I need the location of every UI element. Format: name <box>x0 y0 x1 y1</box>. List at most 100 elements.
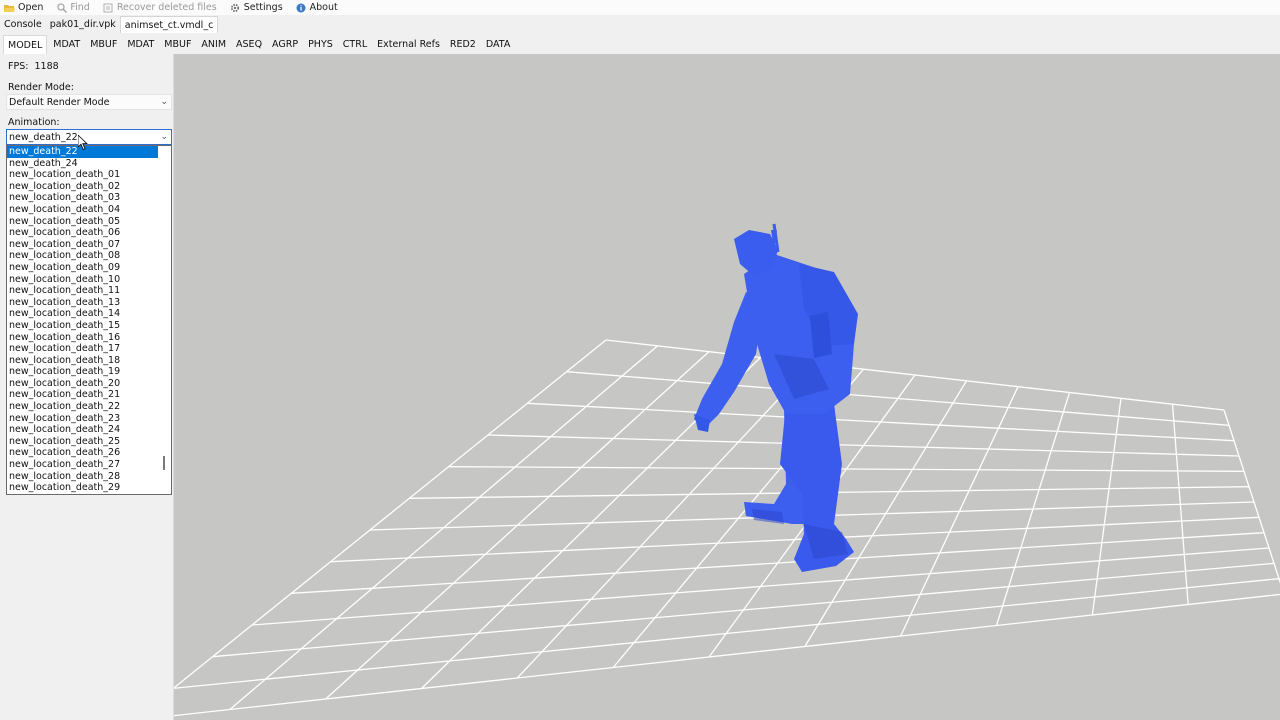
tab-phys[interactable]: PHYS <box>304 35 337 54</box>
tab-label: MBUF <box>90 39 118 50</box>
animation-option[interactable]: new_location_death_14 <box>7 308 171 320</box>
animation-option[interactable]: new_location_death_06 <box>7 227 171 239</box>
menu-about[interactable]: About <box>296 0 338 15</box>
grid-line <box>995 392 1071 626</box>
menu-about-label: About <box>309 2 338 13</box>
tab-pak01-dir-vpk[interactable]: pak01_dir.vpk <box>46 16 120 33</box>
menu-settings[interactable]: Settings <box>230 0 283 15</box>
tab-mbuf-2[interactable]: MBUF <box>160 35 195 54</box>
grid-line <box>212 562 1275 658</box>
tab-anim[interactable]: ANIM <box>197 35 230 54</box>
tab-agrp[interactable]: AGRP <box>268 35 302 54</box>
tab-label: External Refs <box>377 39 440 50</box>
tab-console-label: Console <box>4 19 42 30</box>
tab-label: MBUF <box>164 39 192 50</box>
render-mode-select[interactable]: Default Render Mode ⌄ <box>6 94 172 110</box>
animation-dropdown-list[interactable]: new_death_22 new_death_24 new_location_dea… <box>6 145 172 495</box>
tab-label: AGRP <box>272 39 299 50</box>
tab-data[interactable]: DATA <box>482 35 514 54</box>
animation-select[interactable]: new_death_22 ⌄ <box>6 129 172 145</box>
character-model <box>694 223 858 572</box>
dropdown-scrollbar-thumb[interactable] <box>163 456 165 470</box>
animation-option[interactable]: new_location_death_19 <box>7 366 171 378</box>
tab-label: MODEL <box>8 39 43 51</box>
render-mode-value: Default Render Mode <box>9 96 110 108</box>
chevron-down-icon: ⌄ <box>160 97 168 107</box>
folder-open-icon <box>4 2 15 13</box>
animation-label: Animation: <box>8 117 60 128</box>
animation-option[interactable]: new_location_death_13 <box>7 297 171 309</box>
animation-option[interactable]: new_location_death_23 <box>7 413 171 425</box>
animation-option[interactable]: new_location_death_21 <box>7 389 171 401</box>
tab-external-refs[interactable]: External Refs <box>373 35 444 54</box>
info-icon <box>296 2 307 13</box>
fps-readout: FPS: 1188 <box>8 61 59 72</box>
gear-icon <box>230 2 241 13</box>
animation-option[interactable]: new_location_death_22 <box>7 401 171 413</box>
menu-recover-label: Recover deleted files <box>116 2 217 13</box>
animation-option[interactable]: new_location_death_09 <box>7 262 171 274</box>
animation-option[interactable]: new_location_death_10 <box>7 274 171 286</box>
animation-option[interactable]: new_location_death_11 <box>7 285 171 297</box>
tab-mdat-2[interactable]: MDAT <box>123 35 158 54</box>
tab-console[interactable]: Console <box>0 16 46 33</box>
tab-red2[interactable]: RED2 <box>446 35 480 54</box>
animation-option[interactable]: new_location_death_08 <box>7 250 171 262</box>
tab-animset-ct[interactable]: animset_ct.vmdl_c <box>119 16 219 33</box>
tab-label: RED2 <box>449 39 476 50</box>
animation-option[interactable]: new_location_death_03 <box>7 192 171 204</box>
menu-recover-deleted-files[interactable]: Recover deleted files <box>103 0 217 15</box>
tab-ctrl[interactable]: CTRL <box>339 35 371 54</box>
tab-label: ASEQ <box>236 39 263 50</box>
search-icon <box>56 2 67 13</box>
viewport-scene <box>174 223 1280 717</box>
file-tab-bar: Console pak01_dir.vpk animset_ct.vmdl_c <box>0 16 1280 33</box>
fps-label: FPS: <box>8 61 29 72</box>
resource-tab-bar: MODEL MDAT MBUF MDAT MBUF ANIM ASEQ AGRP… <box>0 35 1280 54</box>
animation-option[interactable]: new_location_death_18 <box>7 355 171 367</box>
animation-option[interactable]: new_death_24 <box>7 158 171 170</box>
menu-find[interactable]: Find <box>56 0 90 15</box>
animation-option[interactable]: new_location_death_15 <box>7 320 171 332</box>
animation-option[interactable]: new_location_death_01 <box>7 169 171 181</box>
tab-mbuf-1[interactable]: MBUF <box>86 35 121 54</box>
tab-model[interactable]: MODEL <box>3 35 48 54</box>
animation-option[interactable]: new_location_death_17 <box>7 343 171 355</box>
menu-find-label: Find <box>70 2 90 13</box>
recover-icon <box>103 2 114 13</box>
menu-open-label: Open <box>18 2 44 13</box>
animation-option[interactable]: new_location_death_05 <box>7 216 171 228</box>
tab-label: MDAT <box>127 39 155 50</box>
chevron-down-icon: ⌄ <box>160 132 168 142</box>
animation-option[interactable]: new_location_death_29 <box>7 482 171 494</box>
animation-options: new_death_22 new_death_24 new_location_dea… <box>7 146 171 494</box>
menu-open[interactable]: Open <box>4 0 43 15</box>
grid-line <box>174 593 1280 717</box>
tab-label: MDAT <box>53 39 81 50</box>
animation-value: new_death_22 <box>9 131 78 143</box>
animation-option[interactable]: new_location_death_02 <box>7 181 171 193</box>
animation-option[interactable]: new_location_death_07 <box>7 239 171 251</box>
animation-option[interactable]: new_location_death_28 <box>7 471 171 483</box>
tab-label: CTRL <box>342 39 368 50</box>
tab-aseq[interactable]: ASEQ <box>232 35 266 54</box>
animation-option[interactable]: new_location_death_26 <box>7 447 171 459</box>
animation-option[interactable]: new_location_death_27 <box>7 459 171 471</box>
tab-mdat-1[interactable]: MDAT <box>49 35 84 54</box>
grid-line <box>174 578 1280 689</box>
render-mode-label: Render Mode: <box>8 82 74 93</box>
animation-option[interactable]: new_location_death_25 <box>7 436 171 448</box>
animation-option[interactable]: new_location_death_24 <box>7 424 171 436</box>
tab-animset-label: animset_ct.vmdl_c <box>124 19 214 31</box>
tab-label: ANIM <box>201 39 227 50</box>
tab-label: PHYS <box>308 39 333 50</box>
fps-value: 1188 <box>34 61 59 72</box>
tab-label: DATA <box>485 39 511 50</box>
grid-line <box>291 532 1265 594</box>
animation-option[interactable]: new_location_death_16 <box>7 332 171 344</box>
model-viewport[interactable] <box>174 54 1280 720</box>
animation-option[interactable]: new_location_death_20 <box>7 378 171 390</box>
app-window: Open Find Recover deleted files Settings… <box>0 0 1280 720</box>
animation-option[interactable]: new_location_death_04 <box>7 204 171 216</box>
menu-settings-label: Settings <box>243 2 283 13</box>
